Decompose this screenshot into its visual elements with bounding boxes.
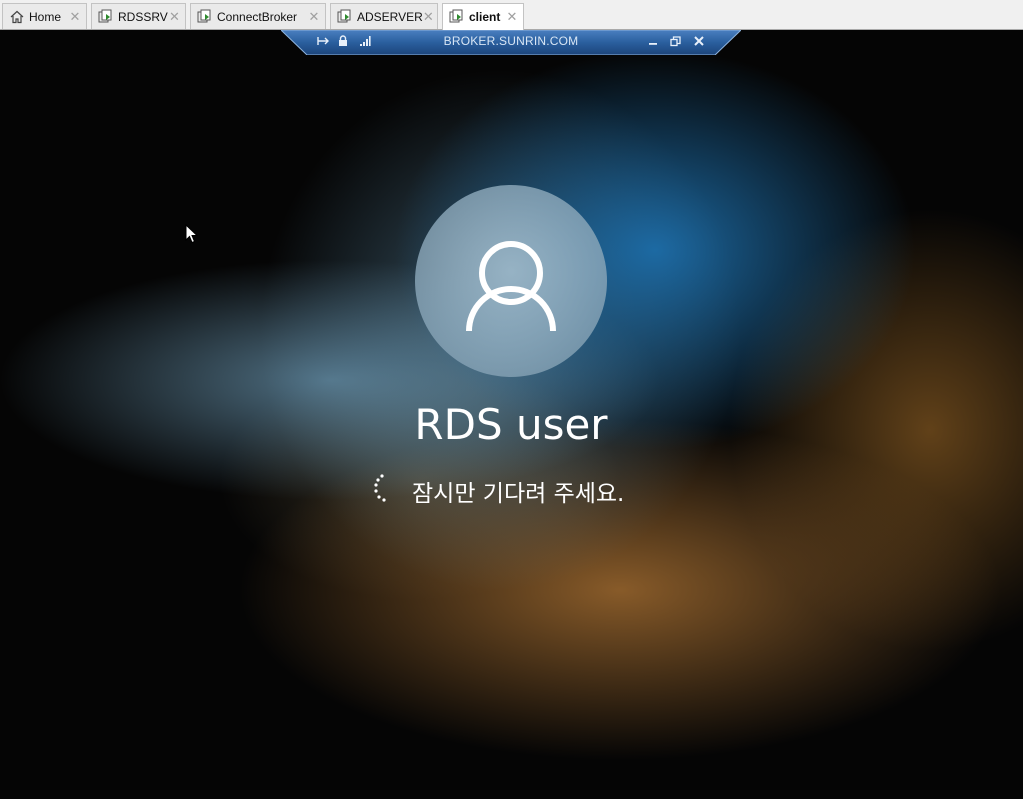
tab-client[interactable]: client ✕ — [442, 3, 524, 30]
tab-close-icon[interactable]: ✕ — [505, 9, 519, 25]
restore-icon[interactable] — [667, 33, 683, 49]
tab-close-icon[interactable]: ✕ — [168, 9, 181, 25]
tab-home[interactable]: Home ✕ — [2, 3, 87, 29]
status-message: 잠시만 기다려 주세요. — [412, 481, 625, 507]
vm-icon — [197, 9, 213, 25]
tab-label: ConnectBroker — [217, 9, 298, 24]
close-icon[interactable] — [691, 33, 707, 49]
user-name: RDS user — [414, 400, 608, 449]
tab-rdssrv[interactable]: RDSSRV ✕ — [91, 3, 186, 29]
tab-bar: Home ✕ RDSSRV ✕ ConnectBroker ✕ ADSERVER… — [0, 0, 1023, 30]
tab-label: Home — [29, 9, 62, 24]
lock-icon[interactable] — [335, 33, 351, 49]
connection-title: BROKER.SUNRIN.COM — [443, 34, 579, 48]
mouse-cursor-icon — [185, 223, 199, 244]
rdp-connection-bar: BROKER.SUNRIN.COM — [281, 30, 741, 55]
tab-adserver[interactable]: ADSERVER ✕ — [330, 3, 438, 29]
vm-icon — [337, 9, 353, 25]
pin-icon[interactable] — [315, 33, 331, 49]
user-silhouette-icon — [466, 241, 556, 332]
tab-label: ADSERVER — [357, 9, 423, 24]
minimize-icon[interactable] — [645, 33, 661, 49]
home-icon — [9, 9, 25, 25]
user-avatar — [415, 185, 607, 377]
loading-spinner-icon — [370, 473, 392, 503]
tab-label: client — [469, 10, 501, 24]
tab-close-icon[interactable]: ✕ — [307, 9, 321, 25]
tab-close-icon[interactable]: ✕ — [423, 9, 434, 25]
tab-label: RDSSRV — [118, 9, 168, 24]
tab-connectbroker[interactable]: ConnectBroker ✕ — [190, 3, 326, 29]
signal-icon[interactable] — [357, 33, 373, 49]
tab-close-icon[interactable]: ✕ — [68, 9, 82, 25]
vm-icon — [449, 9, 465, 25]
vm-icon — [98, 9, 114, 25]
